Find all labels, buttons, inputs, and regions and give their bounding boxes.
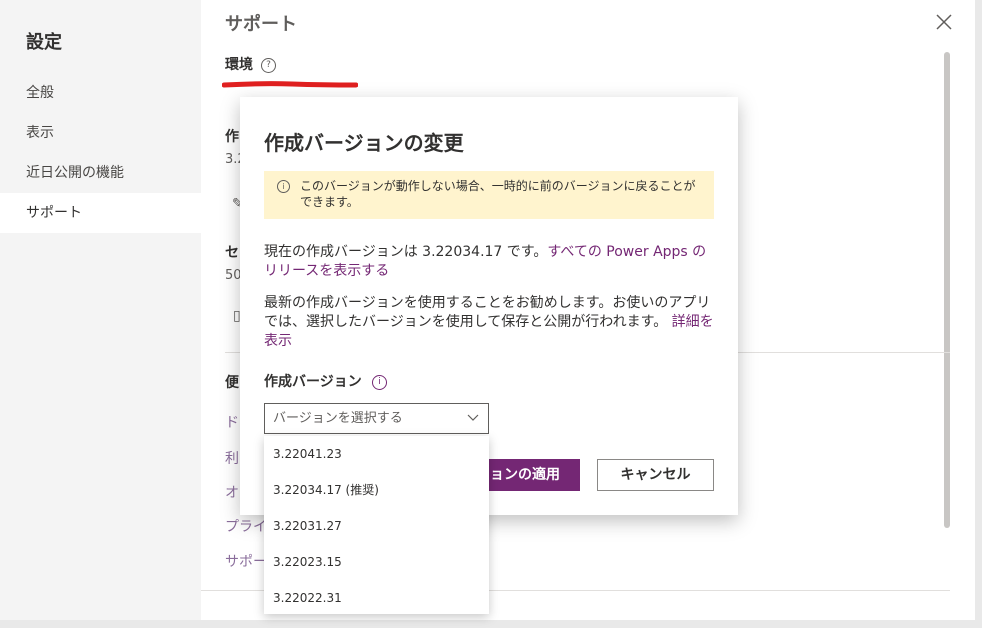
nav-item-support[interactable]: サポート [0, 193, 201, 233]
version-select-placeholder: バージョンを選択する [273, 411, 403, 426]
chevron-down-icon [467, 414, 479, 421]
redaction-mark [222, 81, 358, 88]
recommendation-text: 最新の作成バージョンを使用することをお勧めします。お使いのアプリでは、選択したバ… [264, 295, 711, 330]
current-version-paragraph: 現在の作成バージョンは 3.22034.17 です。すべての Power App… [264, 243, 719, 281]
field-info-icon[interactable]: i [372, 375, 387, 390]
version-select[interactable]: バージョンを選択する [264, 403, 489, 434]
help-icon[interactable]: ? [261, 58, 276, 73]
useful-heading-fragment: 便 [225, 375, 239, 391]
session-heading-fragment: セ [225, 245, 239, 261]
warning-banner: i このバージョンが動作しない場合、一時的に前のバージョンに戻ることができます。 [264, 171, 714, 219]
link-fragment-1[interactable]: ド [225, 412, 239, 432]
scrollbar[interactable] [944, 52, 950, 528]
version-option[interactable]: 3.22022.31 [264, 580, 489, 616]
warning-text: このバージョンが動作しない場合、一時的に前のバージョンに戻ることができます。 [300, 179, 696, 209]
support-link-fragment[interactable]: サポー [225, 551, 267, 571]
authoring-heading-fragment: 作 [225, 129, 239, 145]
version-dropdown-list: 3.22041.23 3.22034.17 (推奨) 3.22031.27 3.… [264, 436, 489, 614]
link-fragment-2[interactable]: 利 [225, 448, 239, 468]
version-option[interactable]: 3.22041.23 [264, 436, 489, 472]
link-fragment-3[interactable]: オ [225, 482, 239, 502]
settings-nav: 設定 全般 表示 近日公開の機能 サポート [0, 0, 201, 620]
close-icon[interactable] [934, 12, 954, 32]
cancel-button[interactable]: キャンセル [597, 459, 714, 491]
info-icon: i [277, 180, 290, 193]
recommendation-paragraph: 最新の作成バージョンを使用することをお勧めします。お使いのアプリでは、選択したバ… [264, 294, 719, 351]
nav-item-general[interactable]: 全般 [0, 73, 201, 113]
authoring-version-label: 作成バージョン [264, 374, 362, 390]
nav-item-display[interactable]: 表示 [0, 113, 201, 153]
environment-label: 環境 [225, 57, 253, 73]
privacy-link-fragment[interactable]: プライ [225, 516, 267, 536]
dialog-title: 作成バージョンの変更 [264, 131, 464, 155]
settings-title: 設定 [26, 32, 62, 53]
nav-item-upcoming-features[interactable]: 近日公開の機能 [0, 153, 201, 193]
version-option[interactable]: 3.22034.17 (推奨) [264, 472, 489, 508]
version-option[interactable]: 3.22031.27 [264, 508, 489, 544]
version-option[interactable]: 3.22023.15 [264, 544, 489, 580]
current-version-text: 現在の作成バージョンは 3.22034.17 です。 [264, 244, 548, 260]
support-title: サポート [225, 14, 297, 35]
